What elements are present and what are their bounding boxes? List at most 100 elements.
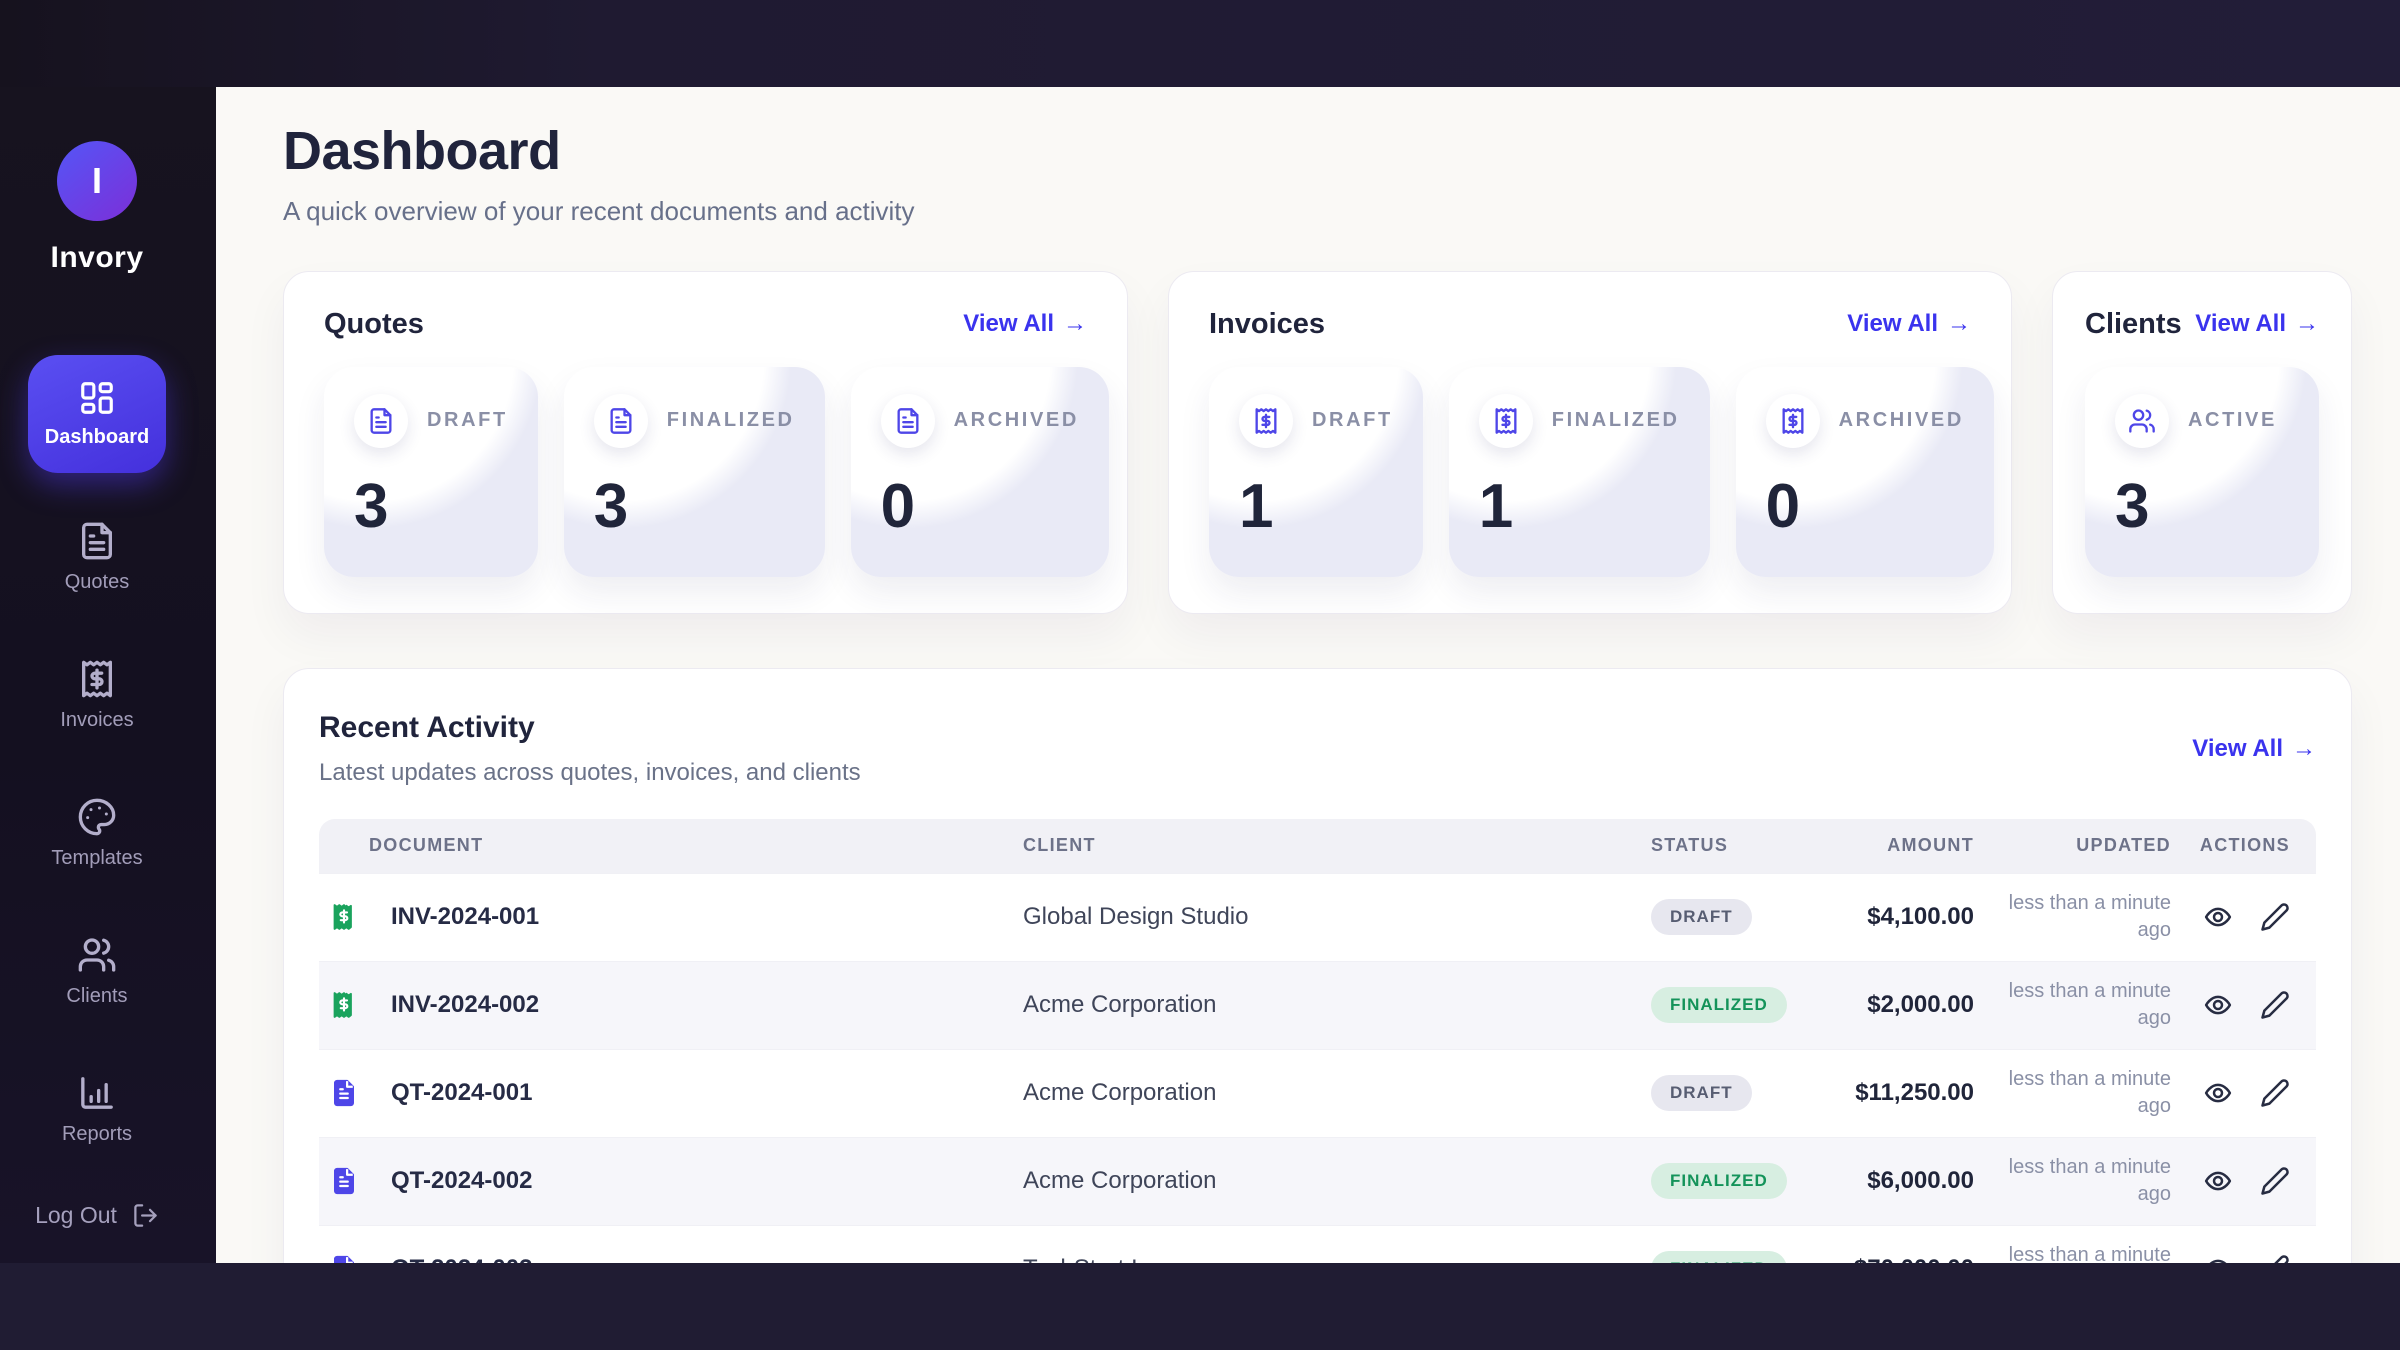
- table-row: INV-2024-001Global Design StudioDRAFT$4,…: [319, 873, 2316, 961]
- view-button[interactable]: [2203, 1166, 2233, 1196]
- status-cell: FINALIZED: [1651, 1163, 1819, 1199]
- summary-cards-row: QuotesView All→DRAFT3FINALIZED3ARCHIVED0…: [283, 271, 2352, 614]
- file-text-icon: [77, 521, 117, 561]
- brand-logo: I: [57, 141, 137, 221]
- file-text-icon: [354, 394, 408, 448]
- status-cell: FINALIZED: [1651, 987, 1819, 1023]
- receipt-icon: [77, 659, 117, 699]
- sidebar-item-label: Templates: [51, 847, 142, 870]
- stat-tile-invoices-finalized: FINALIZED1: [1449, 367, 1710, 577]
- arrow-right-icon: →: [2292, 735, 2316, 763]
- column-header-client: CLIENT: [1023, 835, 1651, 856]
- card-title: Clients: [2085, 308, 2182, 341]
- client-name: TechStart Inc.: [1023, 1255, 1651, 1263]
- pencil-icon: [2260, 1096, 2290, 1111]
- pencil-icon: [2260, 1008, 2290, 1023]
- updated-time: less than a minute ago: [1974, 1066, 2171, 1120]
- client-name: Global Design Studio: [1023, 903, 1651, 931]
- edit-button[interactable]: [2260, 902, 2290, 932]
- file-text-icon: [594, 394, 648, 448]
- edit-button[interactable]: [2260, 1254, 2290, 1263]
- stat-tiles: ACTIVE 3: [2085, 367, 2319, 577]
- main-content: Dashboard A quick overview of your recen…: [216, 87, 2400, 1263]
- page-subtitle: A quick overview of your recent document…: [283, 196, 2352, 227]
- sidebar-item-label: Invoices: [60, 709, 133, 732]
- summary-card-clients: Clients View All→ ACTIVE 3: [2052, 271, 2352, 614]
- stat-tile-top: FINALIZED: [1479, 394, 1680, 448]
- stat-tile-top: ACTIVE: [2115, 394, 2289, 448]
- users-icon: [77, 935, 117, 975]
- sidebar-item-templates[interactable]: Templates: [51, 797, 142, 870]
- logout-label: Log Out: [35, 1202, 117, 1229]
- bottom-frame: [0, 1263, 2400, 1350]
- view-all-label: View All: [1847, 310, 1938, 338]
- eye-icon: [2203, 1008, 2233, 1023]
- pencil-icon: [2260, 1184, 2290, 1199]
- activity-table: DOCUMENTCLIENTSTATUSAMOUNTUPDATEDACTIONS…: [319, 819, 2316, 1263]
- sidebar-item-clients[interactable]: Clients: [66, 935, 127, 1008]
- quotes-view-all-link[interactable]: View All→: [963, 310, 1087, 338]
- stat-value: 0: [1766, 476, 1964, 538]
- top-frame: [0, 0, 2400, 87]
- edit-button[interactable]: [2260, 1166, 2290, 1196]
- status-badge: FINALIZED: [1651, 1163, 1787, 1199]
- arrow-right-icon: →: [2295, 310, 2319, 338]
- recent-activity-header: Recent Activity Latest updates across qu…: [319, 711, 2316, 787]
- invoices-view-all-link[interactable]: View All →: [1847, 310, 1971, 338]
- stat-value: 0: [881, 476, 1079, 538]
- stat-tile-top: FINALIZED: [594, 394, 795, 448]
- logout-icon: [132, 1202, 159, 1229]
- logout-button[interactable]: Log Out: [29, 1201, 165, 1230]
- view-button[interactable]: [2203, 1078, 2233, 1108]
- view-button[interactable]: [2203, 1254, 2233, 1263]
- sidebar-item-dashboard[interactable]: Dashboard: [28, 355, 166, 473]
- recent-activity-subtitle: Latest updates across quotes, invoices, …: [319, 759, 861, 787]
- stat-label: ACTIVE: [2188, 409, 2277, 432]
- document-id: INV-2024-002: [369, 991, 1023, 1019]
- updated-time: less than a minute ago: [1974, 1242, 2171, 1263]
- clients-view-all-link[interactable]: View All→: [2195, 310, 2319, 338]
- view-all-label: View All: [2192, 735, 2283, 763]
- recent-activity-view-all-link[interactable]: View All →: [2192, 735, 2316, 763]
- quote-icon: [319, 1166, 369, 1196]
- document-id: INV-2024-001: [369, 903, 1023, 931]
- row-actions: [2171, 1166, 2316, 1196]
- amount: $70,000.00: [1819, 1255, 1974, 1263]
- sidebar-item-reports[interactable]: Reports: [62, 1073, 132, 1146]
- receipt-icon: [1239, 394, 1293, 448]
- stat-tile-top: DRAFT: [354, 394, 508, 448]
- activity-table-header: DOCUMENTCLIENTSTATUSAMOUNTUPDATEDACTIONS: [319, 819, 2316, 873]
- brand-name: Invory: [50, 241, 143, 275]
- status-cell: DRAFT: [1651, 899, 1819, 935]
- stat-label: ARCHIVED: [1839, 409, 1964, 432]
- document-id: QT-2024-002: [369, 1167, 1023, 1195]
- palette-icon: [77, 797, 117, 837]
- document-id: QT-2024-001: [369, 1079, 1023, 1107]
- arrow-right-icon: →: [1947, 310, 1971, 338]
- view-button[interactable]: [2203, 902, 2233, 932]
- brand-logo-letter: I: [92, 160, 102, 202]
- sidebar-item-invoices[interactable]: Invoices: [60, 659, 133, 732]
- stat-tile-invoices-archived: ARCHIVED 0: [1736, 367, 1994, 577]
- status-cell: DRAFT: [1651, 1075, 1819, 1111]
- card-header: InvoicesView All→: [1209, 308, 1971, 341]
- row-actions: [2171, 1078, 2316, 1108]
- summary-card-invoices: InvoicesView All→DRAFT1FINALIZED1ARCHIVE…: [1168, 271, 2012, 614]
- stat-label: ARCHIVED: [954, 409, 1079, 432]
- status-badge: DRAFT: [1651, 899, 1752, 935]
- updated-time: less than a minute ago: [1974, 1154, 2171, 1208]
- stat-tiles: DRAFT3FINALIZED3ARCHIVED0: [324, 367, 1087, 577]
- edit-button[interactable]: [2260, 1078, 2290, 1108]
- status-badge: FINALIZED: [1651, 1251, 1787, 1263]
- sidebar-item-quotes[interactable]: Quotes: [65, 521, 129, 594]
- edit-button[interactable]: [2260, 990, 2290, 1020]
- sidebar-nav: Dashboard Quotes Invoices Templates Clients R…: [2, 275, 192, 1146]
- quote-icon: [319, 1254, 369, 1263]
- stat-value: 3: [2115, 476, 2289, 538]
- view-button[interactable]: [2203, 990, 2233, 1020]
- bar-chart-icon: [77, 1073, 117, 1113]
- row-actions: [2171, 902, 2316, 932]
- stat-label: FINALIZED: [667, 409, 795, 432]
- arrow-right-icon: →: [1063, 310, 1087, 338]
- stat-tile-top: ARCHIVED: [881, 394, 1079, 448]
